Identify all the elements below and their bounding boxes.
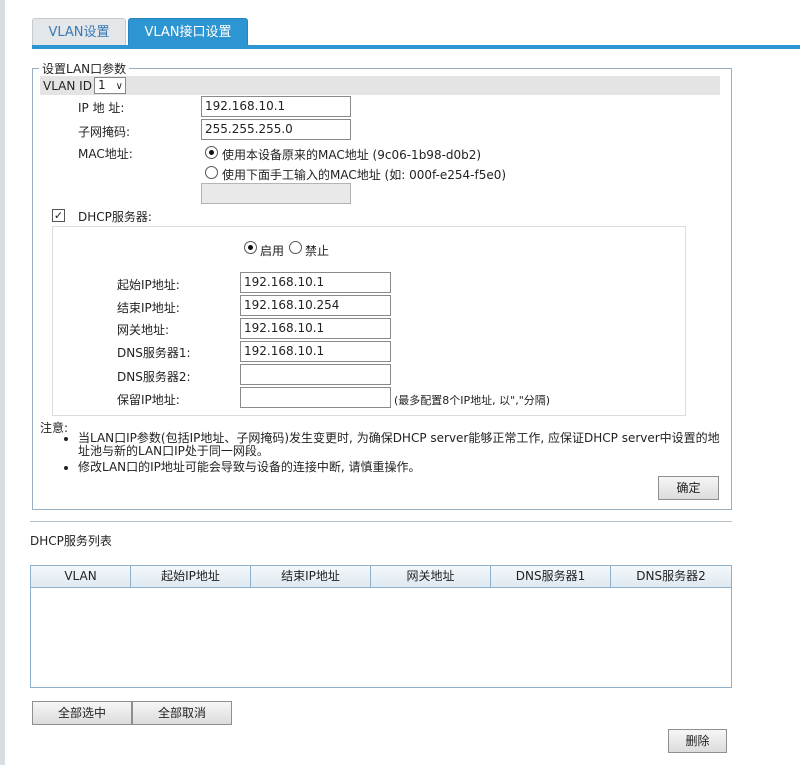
start-ip-label: 起始IP地址: xyxy=(117,278,180,292)
column-header-dns2[interactable]: DNS服务器2 xyxy=(611,566,731,587)
dhcp-server-label: DHCP服务器: xyxy=(78,210,152,224)
vlan-id-label: VLAN ID xyxy=(43,79,92,93)
select-all-button[interactable]: 全部选中 xyxy=(32,701,132,725)
reserved-ip-input[interactable] xyxy=(240,387,391,408)
end-ip-label: 结束IP地址: xyxy=(117,301,180,315)
gateway-input[interactable]: 192.168.10.1 xyxy=(240,318,391,339)
dns2-label: DNS服务器2: xyxy=(117,370,191,384)
mac-address-label: MAC地址: xyxy=(78,147,133,161)
dhcp-server-checkbox[interactable]: ✓ xyxy=(52,209,65,222)
mac-manual-input[interactable] xyxy=(201,183,351,204)
start-ip-input[interactable]: 192.168.10.1 xyxy=(240,272,391,293)
column-header-end-ip[interactable]: 结束IP地址 xyxy=(251,566,371,587)
dhcp-enable-label: 启用 xyxy=(260,244,285,258)
subnet-mask-label: 子网掩码: xyxy=(78,125,131,139)
section-divider xyxy=(30,521,732,522)
lan-settings-legend: 设置LAN口参数 xyxy=(42,62,127,76)
ip-address-input[interactable]: 192.168.10.1 xyxy=(201,96,351,117)
dhcp-disable-radio[interactable] xyxy=(289,241,302,254)
delete-button[interactable]: 删除 xyxy=(668,729,727,753)
vlan-id-value: 1 xyxy=(98,78,106,92)
column-header-gateway[interactable]: 网关地址 xyxy=(371,566,491,587)
dhcp-disable-label: 禁止 xyxy=(305,244,330,258)
subnet-mask-input[interactable]: 255.255.255.0 xyxy=(201,119,351,140)
end-ip-input[interactable]: 192.168.10.254 xyxy=(240,295,391,316)
column-header-start-ip[interactable]: 起始IP地址 xyxy=(131,566,251,587)
table-header: VLAN 起始IP地址 结束IP地址 网关地址 DNS服务器1 DNS服务器2 xyxy=(31,566,731,588)
mac-default-option-label: 使用本设备原来的MAC地址 (9c06-1b98-d0b2) xyxy=(222,148,482,162)
ip-address-label: IP 地 址: xyxy=(78,101,125,115)
tab-vlan-interface-settings[interactable]: VLAN接口设置 xyxy=(128,18,248,47)
dhcp-service-table: VLAN 起始IP地址 结束IP地址 网关地址 DNS服务器1 DNS服务器2 xyxy=(30,565,732,688)
chevron-down-icon: ∨ xyxy=(115,81,123,92)
note-item: 当LAN口IP参数(包括IP地址、子网掩码)发生变更时, 为确保DHCP ser… xyxy=(78,432,724,458)
mac-default-radio[interactable] xyxy=(205,146,218,159)
vlan-id-row xyxy=(40,76,720,95)
reserved-ip-hint: (最多配置8个IP地址, 以","分隔) xyxy=(394,394,551,407)
confirm-button[interactable]: 确定 xyxy=(658,476,719,500)
tab-vlan-settings[interactable]: VLAN设置 xyxy=(32,18,126,47)
gateway-label: 网关地址: xyxy=(117,323,170,337)
tab-underline xyxy=(32,45,800,49)
dns1-input[interactable]: 192.168.10.1 xyxy=(240,341,391,362)
left-edge-strip xyxy=(0,0,5,765)
mac-manual-radio[interactable] xyxy=(205,166,218,179)
deselect-all-button[interactable]: 全部取消 xyxy=(132,701,232,725)
mac-manual-option-label: 使用下面手工输入的MAC地址 (如: 000f-e254-f5e0) xyxy=(222,168,507,182)
column-header-vlan[interactable]: VLAN xyxy=(31,566,131,587)
vlan-id-select[interactable]: 1 ∨ xyxy=(94,77,126,94)
dhcp-list-title: DHCP服务列表 xyxy=(30,534,112,548)
dhcp-enable-radio[interactable] xyxy=(244,241,257,254)
column-header-dns1[interactable]: DNS服务器1 xyxy=(491,566,611,587)
dns1-label: DNS服务器1: xyxy=(117,346,191,360)
reserved-ip-label: 保留IP地址: xyxy=(117,393,180,407)
dns2-input[interactable] xyxy=(240,364,391,385)
notes-list: 当LAN口IP参数(包括IP地址、子网掩码)发生变更时, 为确保DHCP ser… xyxy=(64,432,724,477)
note-item: 修改LAN口的IP地址可能会导致与设备的连接中断, 请慎重操作。 xyxy=(78,461,724,474)
